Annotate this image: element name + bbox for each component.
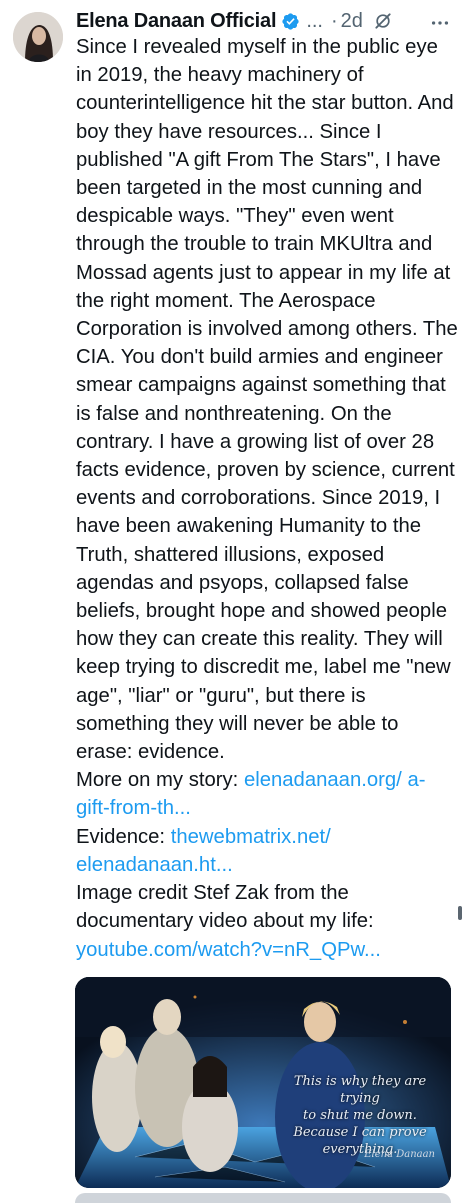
second-image-preview[interactable]: [75, 1193, 451, 1203]
author-avatar[interactable]: [13, 12, 63, 62]
credit-line: Image credit Stef Zak from the documenta…: [76, 879, 458, 964]
separator-dot: ·: [330, 9, 338, 32]
tweet-text: Since I revealed myself in the public ey…: [76, 33, 458, 964]
tweet-timestamp[interactable]: 2d: [341, 10, 363, 33]
verified-badge-icon: [281, 12, 300, 31]
scrollbar-thumb[interactable]: [458, 906, 462, 920]
evidence-label: Evidence:: [76, 825, 171, 848]
evidence-line: Evidence: thewebmatrix.net/ elenadanaan.…: [76, 823, 458, 879]
tweet-body-paragraph: Since I revealed myself in the public ey…: [76, 36, 458, 764]
tweet-header: Elena Danaan Official ... · 2d: [76, 6, 457, 36]
image-caption: This is why they are trying to shut me d…: [275, 1073, 445, 1158]
story-line: More on my story: elenadanaan.org/ a-gif…: [76, 766, 458, 822]
image-signature: Elena Danaan: [364, 1149, 435, 1160]
author-handle[interactable]: ...: [306, 10, 323, 33]
story-label: More on my story:: [76, 769, 244, 792]
video-link[interactable]: youtube.com/watch?v=nR_QPw...: [76, 939, 381, 961]
tweet-image[interactable]: This is why they are trying to shut me d…: [75, 977, 451, 1188]
caption-line-2: to shut me down.: [303, 1108, 417, 1123]
caption-line-3: Because I can prove: [293, 1125, 427, 1140]
credit-text: Image credit Stef Zak from the documenta…: [76, 882, 374, 933]
author-name[interactable]: Elena Danaan Official: [76, 10, 277, 33]
more-options-icon[interactable]: [429, 12, 451, 34]
grok-icon[interactable]: [373, 11, 393, 31]
caption-line-1: This is why they are trying: [293, 1074, 427, 1106]
